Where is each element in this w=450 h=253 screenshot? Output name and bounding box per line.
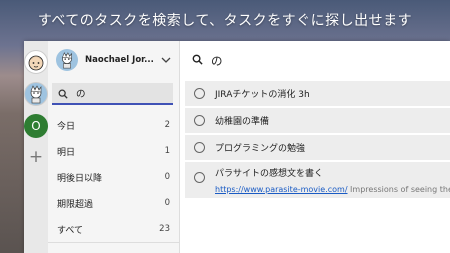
add-account-icon[interactable]: + [24,146,48,168]
list-label: 明日 [57,147,76,158]
complete-checkbox[interactable] [194,115,205,126]
account-switcher[interactable]: Naochael Jor... [48,41,179,79]
list-item-later[interactable]: 明後日以降 0 [48,164,179,190]
list-count: 1 [164,146,170,156]
account-avatar-3[interactable]: O [24,114,48,138]
task-note: https://www.parasite-movie.com/ Impressi… [215,185,450,194]
search-results-pane: の JIRAチケットの消化 3h 幼稚園の準備 プログラミングの勉強 パラサイト… [180,41,450,253]
feature-headline: すべてのタスクを検索して、タスクをすぐに探し出せます [37,13,413,29]
list-item-overdue[interactable]: 期限超過 0 [48,190,179,216]
results-query: の [211,54,223,68]
sidebar: Naochael Jor... の 今日 2 明日 1 明後日以降 0 期限超過… [48,41,180,253]
avatar [56,49,78,71]
task-title: JIRAチケットの消化 3h [215,90,310,100]
list-label: 期限超過 [57,199,94,210]
task-row[interactable]: プログラミングの勉強 [185,135,450,162]
face-icon [28,55,44,71]
account-avatar-2[interactable] [24,82,48,106]
character-icon [62,52,72,69]
character-icon [30,85,42,104]
task-title: プログラミングの勉強 [215,144,306,154]
task-row[interactable]: 幼稚園の準備 [185,108,450,135]
account-avatar-1[interactable] [24,50,48,74]
complete-checkbox[interactable] [194,142,205,153]
list-count: 0 [164,172,170,182]
results-header: の [180,41,450,81]
search-input[interactable]: の [52,83,173,105]
list-label: すべて [57,225,84,236]
task-link[interactable]: https://www.parasite-movie.com/ [215,185,348,194]
task-row[interactable]: JIRAチケットの消化 3h [185,81,450,108]
account-rail: O + [24,41,48,253]
smart-lists: 今日 2 明日 1 明後日以降 0 期限超過 0 すべて 23 [48,112,179,242]
search-icon [58,84,68,103]
list-count: 23 [159,224,170,234]
list-count: 0 [164,198,170,208]
list-label: 明後日以降 [57,173,103,184]
task-title: 幼稚園の準備 [215,117,270,127]
complete-checkbox[interactable] [194,88,205,99]
app-window: O + Naochael Jor... の 今日 2 明日 1 明後日以降 0 … [24,41,450,253]
search-query: の [76,89,86,100]
task-title: パラサイトの感想文を書く [215,169,324,179]
complete-checkbox[interactable] [194,172,205,183]
chevron-down-icon[interactable] [161,57,171,63]
list-item-tomorrow[interactable]: 明日 1 [48,138,179,164]
account-name: Naochael Jor... [85,55,154,65]
task-row[interactable]: パラサイトの感想文を書く https://www.parasite-movie.… [185,162,450,200]
list-item-today[interactable]: 今日 2 [48,112,179,138]
list-item-all[interactable]: すべて 23 [48,216,179,242]
divider [48,242,179,243]
list-count: 2 [164,120,170,130]
task-note-text: Impressions of seeing the par [350,185,450,194]
list-label: 今日 [57,121,76,132]
task-body: パラサイトの感想文を書く https://www.parasite-movie.… [215,166,450,194]
search-icon [192,54,203,68]
